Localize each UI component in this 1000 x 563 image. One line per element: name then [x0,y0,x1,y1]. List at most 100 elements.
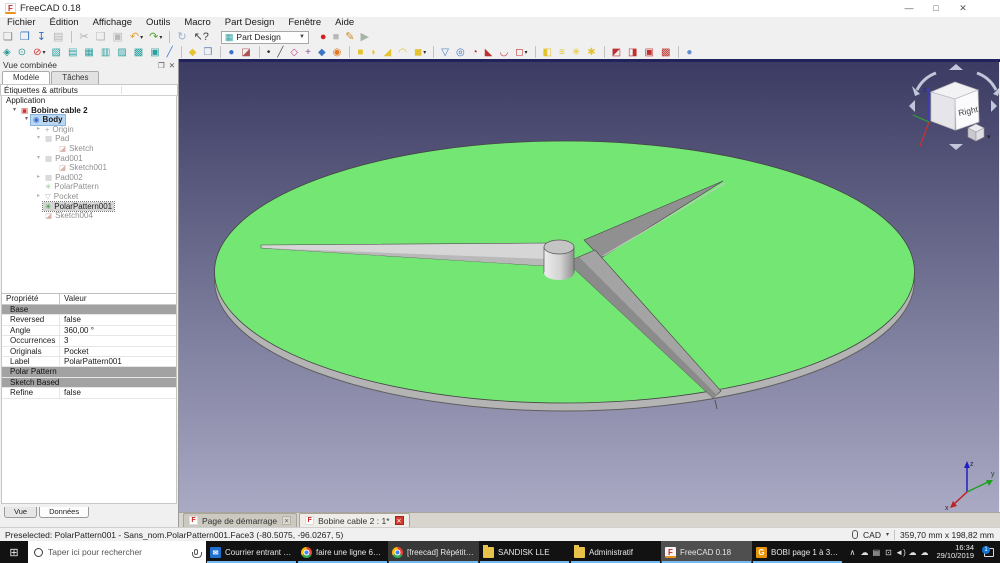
whats-this-button[interactable]: ↖? [192,30,212,44]
tray-expand-icon[interactable]: ∧ [846,548,858,557]
create-sketch-button[interactable]: ◪ [239,45,253,59]
view-isometric-button[interactable]: ▧ [50,45,64,59]
menu-item[interactable]: Macro [177,17,217,29]
create-body-button[interactable]: ● [226,45,237,59]
menu-item[interactable]: Aide [328,17,361,29]
pad-button[interactable]: ■ [355,45,366,59]
zoom-button[interactable]: ⊙ [16,45,29,59]
save-button[interactable]: ↧ [35,30,49,44]
tree-item-pocket[interactable]: ▸ Pocket [2,192,176,202]
dock-float-icon[interactable]: ❐ [158,61,165,70]
tab-taches[interactable]: Tâches [51,71,100,84]
3d-viewport[interactable]: Right z ▾ z y x [179,59,1000,512]
boolean-intersect-button[interactable]: ▣ [643,45,657,59]
cut-button[interactable]: ✂ [77,30,91,44]
tree-item-sketch001[interactable]: Sketch001 [2,163,176,173]
property-row[interactable]: Sketch Based [2,377,176,389]
tray-battery-icon[interactable]: ▤ [870,548,882,557]
expander-icon[interactable]: ▾ [10,106,19,116]
notification-center-button[interactable]: 1 [980,545,998,557]
revolution-button[interactable]: ◗ [368,45,379,59]
tab-donnees[interactable]: Données [39,507,90,518]
measure-button[interactable]: ╱ [165,45,176,59]
view-top-button[interactable]: ▦ [82,45,96,59]
additive-pipe-button[interactable]: ◠ [396,45,410,59]
tree-item-bobine-cable-2[interactable]: ▾ Bobine cable 2 [2,106,176,116]
create-part-button[interactable]: ◆ [187,45,200,59]
taskbar-bobi[interactable]: BOBI page 1 à 3 - C... [752,541,843,563]
menu-item[interactable]: Fenêtre [281,17,328,29]
new-file-button[interactable]: ❏ [1,30,16,44]
taskbar-chrome-1[interactable]: faire une ligne 60° f... [297,541,388,563]
taskbar-folder-sandisk[interactable]: SANDISK LLE [479,541,570,563]
print-button[interactable]: ▤ [51,30,66,44]
workbench-selector[interactable]: ▦ Part Design ▼ [220,30,309,44]
tray-onedrive-icon[interactable]: ☁ [906,548,918,557]
tree-item-origin[interactable]: ▸ Origin [2,125,176,135]
multitransform-button[interactable]: ✱ [585,45,598,59]
tree-item-pad[interactable]: ▾ Pad [2,134,176,144]
clone-button[interactable]: ◉ [331,45,345,59]
hole-button[interactable]: ◎ [454,45,468,59]
tab-vue[interactable]: Vue [4,507,38,518]
expander-icon[interactable]: ▸ [34,173,43,183]
nav-style-selector[interactable]: CAD [863,530,881,540]
local-cs-button[interactable]: + [303,45,314,59]
shape-binder-button[interactable]: ◆ [316,45,329,59]
tree-item-polarpattern[interactable]: PolarPattern [2,182,176,192]
menu-item[interactable]: Part Design [218,17,282,29]
tree-item-sketch[interactable]: Sketch [2,144,176,154]
expander-icon[interactable]: ▾ [34,154,43,164]
close-tab-icon[interactable]: ✕ [282,516,292,525]
taskbar-clock[interactable]: 16:34 29/10/2019 [931,544,979,560]
nav-menu-caret-icon[interactable]: ▾ [987,134,991,141]
3d-scene[interactable]: Right z ▾ z y x [179,62,999,512]
model-bobine[interactable] [214,140,915,412]
subtractive-pipe-button[interactable]: ◡ [497,45,511,59]
pocket-button[interactable]: ▽ [439,45,452,59]
taskbar-search[interactable]: Taper ici pour rechercher [28,541,206,563]
tray-display-icon[interactable]: ⊡ [882,548,894,557]
open-file-button[interactable]: ❒ [18,30,33,44]
tree-item-polarpattern001[interactable]: PolarPattern001 [2,200,176,213]
linear-pattern-button[interactable]: ≡ [557,45,568,59]
close-button[interactable]: ✕ [954,3,972,14]
migrate-button[interactable]: ● [684,45,695,59]
property-row[interactable]: Reversed false [2,315,176,326]
undo-button[interactable]: ↶ ▾ [128,30,145,44]
property-row[interactable]: Angle 360,00 ° [2,325,176,337]
microphone-icon[interactable] [192,549,202,558]
macro-record-button[interactable]: ● [318,30,329,44]
property-row[interactable]: Refine false [2,388,176,399]
view-rear-button[interactable]: ▨ [115,45,129,59]
expander-icon[interactable]: ▾ [22,115,31,125]
paste-button[interactable]: ▣ [110,30,125,44]
macro-play-button[interactable]: ▶ [358,30,370,44]
expander-icon[interactable]: ▸ [34,192,43,202]
property-row[interactable]: Base [2,305,176,316]
menu-item[interactable]: Édition [43,17,86,29]
tab-bobine-cable-2[interactable]: F Bobine cable 2 : 1* ✕ [299,513,410,527]
polar-pattern-button[interactable]: ✳ [570,45,583,59]
draw-style-button[interactable]: ⊘ ▾ [31,45,47,59]
tree-item-sketch004[interactable]: Sketch004 [2,211,176,221]
view-front-button[interactable]: ▤ [66,45,80,59]
tray-volume-icon[interactable]: ◄) [894,548,906,557]
tree-item-pad001[interactable]: ▾ Pad001 [2,154,176,164]
view-left-button[interactable]: ▣ [148,45,162,59]
dock-close-icon[interactable]: ✕ [169,61,175,70]
tree-item-body[interactable]: ▾ Body [2,114,176,126]
boolean-cut-button[interactable]: ◨ [626,45,640,59]
refresh-button[interactable]: ↻ [175,30,189,44]
groove-button[interactable]: ◔ [470,45,481,59]
datum-plane-button[interactable]: ◇ [288,45,301,59]
tab-start-page[interactable]: F Page de démarrage ✕ [183,513,298,527]
expander-icon[interactable]: ▸ [34,125,43,135]
tree-item-application[interactable]: Application [2,96,176,106]
start-button[interactable]: ⊞ [0,541,28,563]
fit-all-button[interactable]: ◈ [1,45,14,59]
menu-item[interactable]: Outils [139,17,177,29]
menu-item[interactable]: Affichage [86,17,139,29]
additive-primitive-button[interactable]: ◼ ▾ [412,45,428,59]
property-row[interactable]: Label PolarPattern001 [2,356,176,368]
